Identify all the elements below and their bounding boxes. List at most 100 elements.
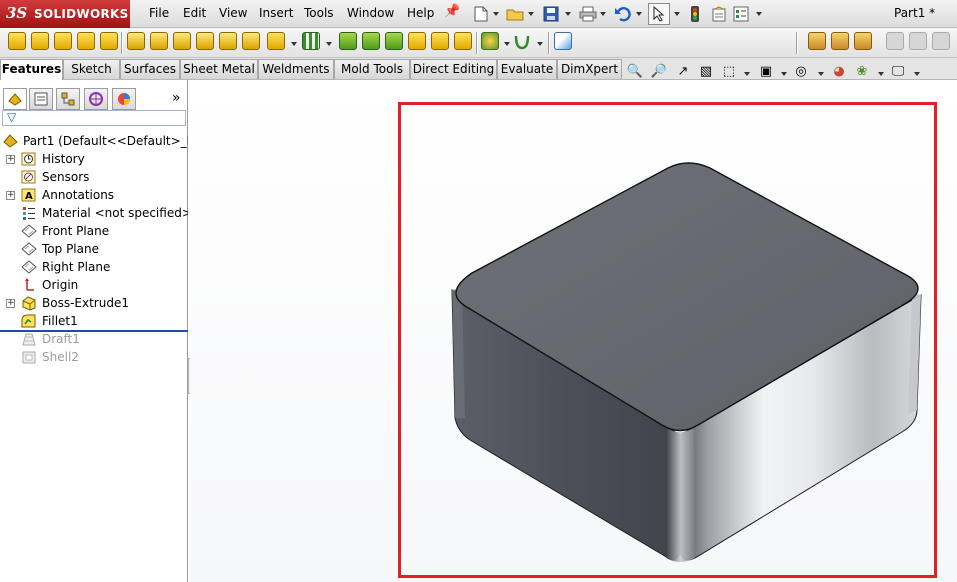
extruded-cut-icon[interactable]	[127, 32, 145, 50]
options-dropdown-arrow[interactable]	[756, 12, 762, 16]
tree-item-boss-extrude1[interactable]: + Boss-Extrude1	[0, 294, 188, 312]
reference-geometry-dropdown-arrow[interactable]	[504, 42, 510, 46]
fillet-dropdown-arrow[interactable]	[291, 42, 297, 46]
expand-toggle-icon[interactable]: +	[6, 299, 15, 308]
section-view-icon[interactable]: ▧	[697, 64, 715, 80]
menu-view[interactable]: View	[219, 6, 247, 20]
tab-sketch[interactable]: Sketch	[63, 59, 120, 79]
lofted-boss-icon[interactable]	[77, 32, 95, 50]
split-icon[interactable]	[831, 32, 849, 50]
save-icon[interactable]	[540, 3, 562, 25]
zoom-to-fit-icon[interactable]: 🔍	[626, 64, 644, 80]
display-manager-tab-icon[interactable]	[112, 88, 136, 110]
menu-tools[interactable]: Tools	[304, 6, 334, 20]
expand-toggle-icon[interactable]: +	[6, 155, 15, 164]
draft-icon[interactable]	[362, 32, 380, 50]
intersect-icon[interactable]	[431, 32, 449, 50]
previous-view-icon[interactable]: ↗	[674, 64, 692, 80]
mirror-icon[interactable]	[454, 32, 472, 50]
select-dropdown-arrow[interactable]	[674, 12, 680, 16]
apply-scene-dropdown-arrow[interactable]	[878, 72, 884, 76]
tab-features[interactable]: Features	[0, 59, 63, 80]
delete-face-icon[interactable]	[886, 32, 904, 50]
tree-root-part[interactable]: Part1 (Default<<Default>_Disp	[0, 132, 188, 150]
menu-insert[interactable]: Insert	[259, 6, 293, 20]
revolved-cut-icon[interactable]	[173, 32, 191, 50]
tree-item-draft1[interactable]: Draft1	[0, 330, 188, 348]
menu-edit[interactable]: Edit	[183, 6, 206, 20]
view-orientation-dropdown-arrow[interactable]	[744, 72, 750, 76]
apply-scene-icon[interactable]: ❀	[853, 64, 871, 80]
save-dropdown-arrow[interactable]	[565, 12, 571, 16]
tree-item-right-plane[interactable]: Right Plane	[0, 258, 188, 276]
file-properties-icon[interactable]	[708, 3, 730, 25]
linear-pattern-icon[interactable]	[302, 32, 320, 50]
move-face-icon[interactable]	[932, 32, 950, 50]
tab-evaluate[interactable]: Evaluate	[497, 59, 557, 79]
rib-icon[interactable]	[339, 32, 357, 50]
feature-tree-tab-icon[interactable]	[3, 88, 27, 110]
swept-boss-icon[interactable]	[54, 32, 72, 50]
select-pointer-icon[interactable]	[648, 3, 670, 25]
tree-item-material[interactable]: Material <not specified>	[0, 204, 188, 222]
tab-direct-editing[interactable]: Direct Editing	[410, 59, 497, 79]
print-icon[interactable]	[577, 3, 599, 25]
hide-show-dropdown-arrow[interactable]	[818, 72, 824, 76]
swept-cut-icon[interactable]	[196, 32, 214, 50]
display-style-dropdown-arrow[interactable]	[781, 72, 787, 76]
lofted-cut-icon[interactable]	[219, 32, 237, 50]
view-settings-dropdown-arrow[interactable]	[914, 72, 920, 76]
view-orientation-icon[interactable]: ⬚	[720, 64, 738, 80]
edit-appearance-icon[interactable]: ◕	[830, 64, 848, 80]
boundary-cut-icon[interactable]	[242, 32, 260, 50]
view-settings-icon[interactable]: 🖵	[889, 64, 907, 80]
options-icon[interactable]	[730, 3, 752, 25]
solidworks-logo[interactable]: 3S SOLIDWORKS	[0, 0, 130, 28]
expand-toggle-icon[interactable]: +	[6, 191, 15, 200]
dimxpert-manager-tab-icon[interactable]	[84, 88, 108, 110]
replace-face-icon[interactable]	[909, 32, 927, 50]
open-dropdown-arrow[interactable]	[528, 12, 534, 16]
feature-tree-filter[interactable]: ▽	[2, 110, 186, 126]
extruded-boss-icon[interactable]	[8, 32, 26, 50]
menu-window[interactable]: Window	[347, 6, 394, 20]
display-style-icon[interactable]: ▣	[757, 64, 775, 80]
tab-surfaces[interactable]: Surfaces	[120, 59, 180, 79]
reference-geometry-icon[interactable]	[481, 32, 499, 50]
menu-file[interactable]: File	[149, 6, 169, 20]
tree-item-front-plane[interactable]: Front Plane	[0, 222, 188, 240]
new-document-icon[interactable]	[470, 3, 492, 25]
tab-weldments[interactable]: Weldments	[258, 59, 334, 79]
menu-help[interactable]: Help	[407, 6, 434, 20]
zoom-to-area-icon[interactable]: 🔎	[650, 64, 668, 80]
tree-item-history[interactable]: + History	[0, 150, 188, 168]
pin-menu-icon[interactable]: 📌	[444, 4, 460, 19]
tree-item-shell2[interactable]: Shell2	[0, 348, 188, 366]
curves-icon[interactable]	[513, 33, 531, 51]
tab-mold-tools[interactable]: Mold Tools	[334, 59, 410, 79]
tree-item-sensors[interactable]: Sensors	[0, 168, 188, 186]
boundary-boss-icon[interactable]	[100, 32, 118, 50]
instant3d-icon[interactable]	[554, 32, 572, 50]
move-copy-icon[interactable]	[854, 32, 872, 50]
shell-icon[interactable]	[385, 32, 403, 50]
tab-sheet-metal[interactable]: Sheet Metal	[180, 59, 258, 79]
wrap-icon[interactable]	[408, 32, 426, 50]
open-folder-icon[interactable]	[504, 3, 526, 25]
tree-item-fillet1[interactable]: Fillet1	[0, 312, 188, 330]
tree-item-annotations[interactable]: + A Annotations	[0, 186, 188, 204]
undo-icon[interactable]	[612, 3, 634, 25]
revolved-boss-icon[interactable]	[31, 32, 49, 50]
tree-item-top-plane[interactable]: Top Plane	[0, 240, 188, 258]
rebuild-traffic-light-icon[interactable]	[684, 3, 706, 25]
tree-item-origin[interactable]: Origin	[0, 276, 188, 294]
property-manager-tab-icon[interactable]	[29, 88, 53, 110]
curves-dropdown-arrow[interactable]	[537, 42, 543, 46]
hide-show-items-icon[interactable]: ◎	[792, 64, 810, 80]
hole-wizard-icon[interactable]	[150, 32, 168, 50]
fillet-icon[interactable]	[267, 32, 285, 50]
undo-dropdown-arrow[interactable]	[636, 12, 642, 16]
configuration-manager-tab-icon[interactable]	[56, 88, 80, 110]
combine-icon[interactable]	[808, 32, 826, 50]
expand-panel-chevron-icon[interactable]: »	[172, 90, 181, 106]
